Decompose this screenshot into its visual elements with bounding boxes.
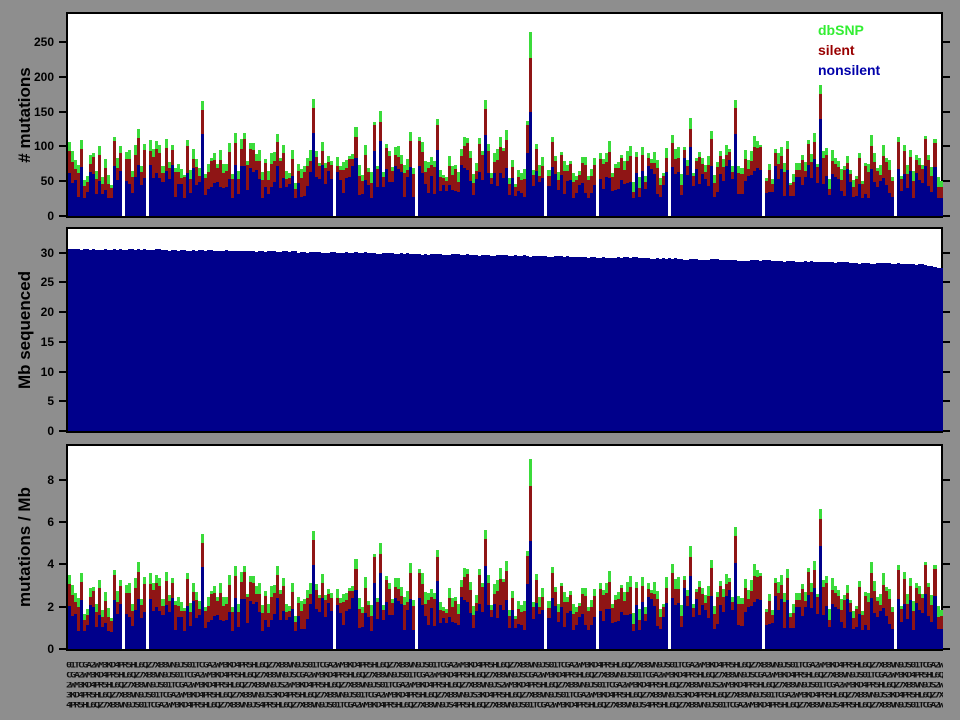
x-axis-sample-labels: 01TCGA2WM3KD4PR5HL6QZ7XB8VN9JS01TCGA2WM3… <box>66 662 943 714</box>
x-axis-sample-labels-row: 2WM3KD4PR5HL6QZ7XB8VN9JS01TCGA2WM3KD4PR5… <box>66 682 943 690</box>
y-tick-label: 100 <box>8 139 54 153</box>
y-tick-left <box>59 311 66 313</box>
y-tick-left <box>59 252 66 254</box>
x-axis-sample-labels-row: 4PR5HL6QZ7XB8VN9JS01TCGA2WM3KD4PR5HL6QZ7… <box>66 702 943 710</box>
y-tick-right <box>943 341 950 343</box>
y-tick-left <box>59 281 66 283</box>
y-tick-right <box>943 41 950 43</box>
legend-label-nonsilent: nonsilent <box>818 62 880 78</box>
panel2-mb-sequenced-plot <box>66 227 943 433</box>
y-tick-right <box>943 606 950 608</box>
y-tick-left <box>59 648 66 650</box>
y-tick-right <box>943 311 950 313</box>
panel1-bars-layer <box>68 14 941 216</box>
y-tick-label: 0 <box>8 642 54 656</box>
y-tick-left <box>59 430 66 432</box>
y-tick-label: 250 <box>8 35 54 49</box>
y-tick-right <box>943 371 950 373</box>
y-tick-right <box>943 281 950 283</box>
y-tick-label: 200 <box>8 70 54 84</box>
y-tick-left <box>59 371 66 373</box>
sample-bar <box>940 446 943 649</box>
y-tick-right <box>943 400 950 402</box>
y-tick-right <box>943 479 950 481</box>
y-tick-right <box>943 563 950 565</box>
y-tick-label: 0 <box>8 424 54 438</box>
y-tick-label: 150 <box>8 105 54 119</box>
y-tick-right <box>943 430 950 432</box>
y-tick-left <box>59 521 66 523</box>
panel3-y-axis-label: mutations / Mb <box>15 487 35 607</box>
y-tick-label: 15 <box>8 335 54 349</box>
y-tick-right <box>943 648 950 650</box>
x-axis-sample-labels-row: CGA2WM3KD4PR5HL6QZ7XB8VN9JS01TCGA2WM3KD4… <box>66 672 943 680</box>
sample-bar <box>940 14 943 216</box>
y-tick-label: 2 <box>8 600 54 614</box>
y-tick-right <box>943 521 950 523</box>
panel1-mutations-plot <box>66 12 943 218</box>
y-tick-left <box>59 479 66 481</box>
mutation-rate-figure: # mutations Mb sequenced mutations / Mb … <box>0 0 960 720</box>
x-axis-sample-labels-row: 3KD4PR5HL6QZ7XB8VN9JS01TCGA2WM3KD4PR5HL6… <box>66 692 943 700</box>
y-tick-label: 8 <box>8 473 54 487</box>
y-tick-right <box>943 180 950 182</box>
y-tick-right <box>943 145 950 147</box>
y-tick-left <box>59 606 66 608</box>
y-tick-left <box>59 400 66 402</box>
y-tick-label: 4 <box>8 557 54 571</box>
legend-item-dbsnp: dbSNP <box>818 20 880 40</box>
y-tick-left <box>59 111 66 113</box>
panel3-bars-layer <box>68 446 941 649</box>
y-tick-right <box>943 215 950 217</box>
legend: dbSNP silent nonsilent <box>818 20 880 80</box>
legend-item-silent: silent <box>818 40 880 60</box>
legend-item-nonsilent: nonsilent <box>818 60 880 80</box>
y-tick-left <box>59 180 66 182</box>
y-tick-right <box>943 76 950 78</box>
y-tick-left <box>59 563 66 565</box>
y-tick-label: 20 <box>8 305 54 319</box>
y-tick-left <box>59 41 66 43</box>
y-tick-left <box>59 341 66 343</box>
y-tick-left <box>59 76 66 78</box>
y-tick-label: 10 <box>8 365 54 379</box>
y-tick-left <box>59 215 66 217</box>
y-tick-label: 6 <box>8 515 54 529</box>
y-tick-label: 25 <box>8 275 54 289</box>
x-axis-sample-labels-row: 01TCGA2WM3KD4PR5HL6QZ7XB8VN9JS01TCGA2WM3… <box>66 662 943 670</box>
panel3-mutations-per-mb-plot <box>66 444 943 651</box>
legend-label-silent: silent <box>818 42 855 58</box>
y-tick-label: 0 <box>8 209 54 223</box>
y-tick-left <box>59 145 66 147</box>
y-tick-right <box>943 111 950 113</box>
y-tick-label: 50 <box>8 174 54 188</box>
y-tick-label: 5 <box>8 394 54 408</box>
panel2-bars-layer <box>68 229 941 431</box>
y-tick-label: 30 <box>8 246 54 260</box>
y-tick-right <box>943 252 950 254</box>
legend-label-dbsnp: dbSNP <box>818 22 864 38</box>
